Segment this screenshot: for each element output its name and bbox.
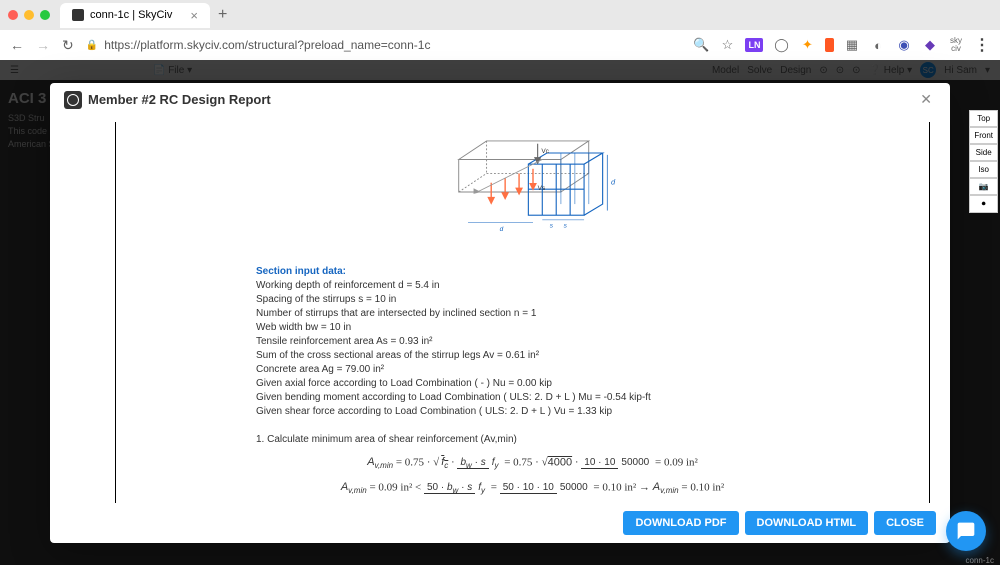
modal-title: Member #2 RC Design Report: [88, 92, 271, 107]
modal-footer: DOWNLOAD PDF DOWNLOAD HTML CLOSE: [50, 503, 950, 543]
camera-icon[interactable]: 📷: [969, 178, 998, 195]
report-line: Working depth of reinforcement d = 5.4 i…: [256, 279, 809, 293]
report-line: Given bending moment according to Load C…: [256, 391, 809, 405]
browser-chrome: conn-1c | SkyCiv × + ← → ↻ 🔒 https://pla…: [0, 0, 1000, 61]
url-text: https://platform.skyciv.com/structural?p…: [104, 38, 430, 52]
lock-icon: 🔒: [86, 40, 98, 51]
extension-badge[interactable]: LN: [745, 38, 763, 52]
forward-button[interactable]: →: [36, 37, 50, 53]
report-line: Web width bw = 10 in: [256, 321, 809, 335]
view-iso-button[interactable]: Iso: [969, 161, 998, 178]
section-heading: Section input data:: [256, 265, 809, 279]
extension-badge-2[interactable]: [825, 38, 834, 52]
skyciv-logo-icon: [64, 91, 82, 109]
reload-button[interactable]: ↻: [62, 37, 74, 54]
svg-text:d: d: [611, 177, 616, 186]
equation-2: Av,min = 0.09 in² < 50 · bw · sfy = 50 ·…: [256, 480, 809, 497]
maximize-window-icon[interactable]: [40, 10, 50, 20]
calc-step-1: 1. Calculate minimum area of shear reinf…: [256, 433, 809, 447]
extension-icon-4[interactable]: ◐: [870, 37, 886, 53]
report-page: Vs Vc d: [115, 122, 930, 503]
modal-header: Member #2 RC Design Report ✕: [50, 83, 950, 117]
modal-close-button[interactable]: ✕: [916, 91, 936, 108]
equation-1: Av,min = 0.75 · √fc · bw · sfy = 0.75 · …: [256, 455, 809, 472]
more-icon[interactable]: ⋮: [974, 35, 990, 55]
view-top-button[interactable]: Top: [969, 110, 998, 127]
svg-text:s: s: [549, 222, 553, 229]
close-button[interactable]: CLOSE: [874, 511, 936, 535]
download-html-button[interactable]: DOWNLOAD HTML: [745, 511, 869, 535]
minimize-window-icon[interactable]: [24, 10, 34, 20]
star-icon[interactable]: ☆: [719, 37, 735, 53]
report-line: Spacing of the stirrups s = 10 in: [256, 293, 809, 307]
extension-icon-1[interactable]: ◯: [773, 37, 789, 53]
modal-overlay: Member #2 RC Design Report ✕: [0, 60, 1000, 565]
svg-text:d: d: [499, 226, 503, 233]
browser-toolbar: 🔍 ☆ LN ◯ ✦ ▦ ◐ ◉ ◆ skyciv ⋮: [693, 35, 990, 55]
report-line: Tensile reinforcement area As = 0.93 in²: [256, 335, 809, 349]
extension-icon-5[interactable]: ◉: [896, 37, 912, 53]
tab-bar: conn-1c | SkyCiv × +: [0, 0, 1000, 30]
report-line: Given shear force according to Load Comb…: [256, 405, 809, 419]
extension-icon-6[interactable]: ◆: [922, 37, 938, 53]
tab-title: conn-1c | SkyCiv: [90, 9, 172, 21]
extension-icon-3[interactable]: ▦: [844, 37, 860, 53]
skyciv-ext-icon[interactable]: skyciv: [948, 37, 964, 53]
url-field[interactable]: 🔒 https://platform.skyciv.com/structural…: [86, 38, 682, 52]
footer-version: conn-1c: [966, 556, 994, 565]
beam-diagram: Vs Vc d: [256, 127, 809, 257]
svg-text:Vc: Vc: [541, 148, 549, 155]
new-tab-button[interactable]: +: [218, 6, 227, 24]
search-icon[interactable]: 🔍: [693, 37, 709, 53]
window-controls[interactable]: [8, 10, 50, 20]
download-pdf-button[interactable]: DOWNLOAD PDF: [623, 511, 738, 535]
report-line: Number of stirrups that are intersected …: [256, 307, 809, 321]
view-front-button[interactable]: Front: [969, 127, 998, 144]
report-line: Given axial force according to Load Comb…: [256, 377, 809, 391]
intercom-launcher[interactable]: [946, 511, 986, 551]
address-bar: ← → ↻ 🔒 https://platform.skyciv.com/stru…: [0, 30, 1000, 60]
tab-favicon: [72, 9, 84, 21]
view-side-button[interactable]: Side: [969, 144, 998, 161]
modal-body[interactable]: Vs Vc d: [50, 117, 950, 503]
browser-tab[interactable]: conn-1c | SkyCiv ×: [60, 3, 210, 28]
report-line: Sum of the cross sectional areas of the …: [256, 349, 809, 363]
svg-text:Vs: Vs: [537, 185, 545, 192]
record-icon[interactable]: ⏺: [969, 195, 998, 213]
svg-text:s: s: [563, 222, 567, 229]
tab-close-icon[interactable]: ×: [190, 8, 198, 23]
view-controls: Top Front Side Iso 📷 ⏺: [969, 110, 998, 213]
close-window-icon[interactable]: [8, 10, 18, 20]
extension-icon-2[interactable]: ✦: [799, 37, 815, 53]
back-button[interactable]: ←: [10, 37, 24, 53]
report-line: Concrete area Ag = 79.00 in²: [256, 363, 809, 377]
report-modal: Member #2 RC Design Report ✕: [50, 83, 950, 543]
